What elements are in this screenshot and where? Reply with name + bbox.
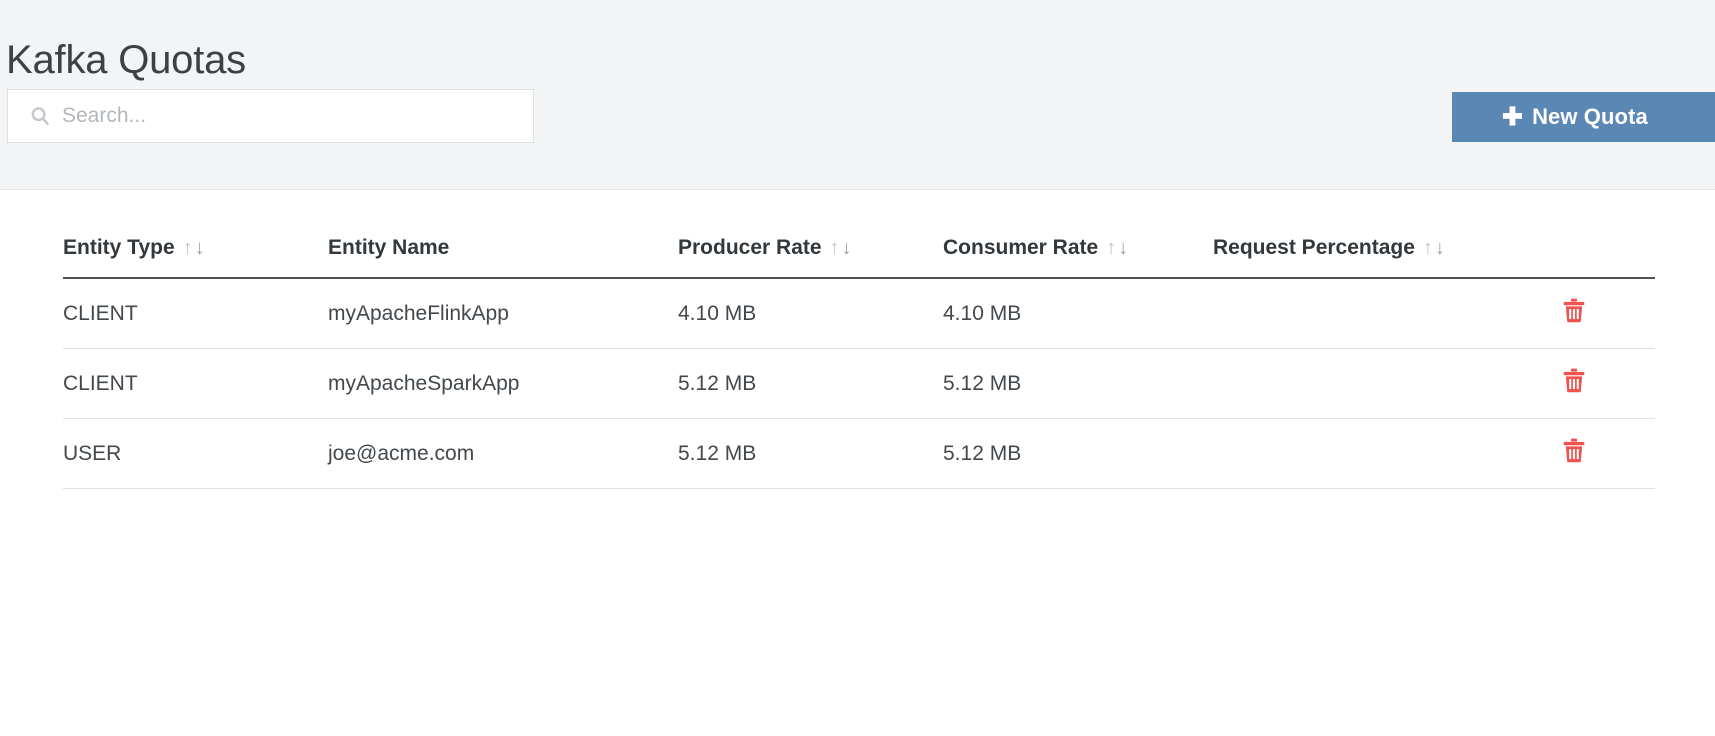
cell-entity-name: joe@acme.com bbox=[328, 418, 678, 489]
column-label-producer-rate: Producer Rate bbox=[678, 236, 822, 259]
search-input[interactable] bbox=[62, 90, 533, 142]
cell-producer-rate: 5.12 MB bbox=[678, 418, 943, 489]
sort-asc-icon[interactable]: ↑ bbox=[1423, 237, 1435, 259]
trash-icon bbox=[1563, 438, 1585, 463]
quotas-table: Entity Type ↑↓ Entity Name Producer Rate ↑… bbox=[63, 236, 1655, 489]
search-box[interactable] bbox=[7, 89, 534, 143]
cell-producer-rate: 5.12 MB bbox=[678, 348, 943, 419]
trash-icon bbox=[1563, 298, 1585, 323]
sort-toggle-producer-rate[interactable]: ↑↓ bbox=[830, 237, 854, 260]
cell-request-percentage bbox=[1213, 348, 1563, 419]
plus-icon: ✚ bbox=[1502, 102, 1524, 131]
column-label-entity-name: Entity Name bbox=[328, 236, 450, 259]
sort-desc-icon[interactable]: ↓ bbox=[195, 237, 207, 259]
cell-consumer-rate: 4.10 MB bbox=[943, 278, 1213, 349]
page-title: Kafka Quotas bbox=[6, 37, 246, 82]
cell-actions bbox=[1563, 278, 1655, 349]
page-header-band: Kafka Quotas ✚ New Quota bbox=[0, 0, 1715, 190]
table-row[interactable]: CLIENT myApacheFlinkApp 4.10 MB 4.10 MB bbox=[63, 278, 1655, 349]
sort-asc-icon[interactable]: ↑ bbox=[830, 237, 842, 259]
column-label-request-percentage: Request Percentage bbox=[1213, 236, 1415, 259]
sort-asc-icon[interactable]: ↑ bbox=[1106, 237, 1118, 259]
cell-entity-type: CLIENT bbox=[63, 278, 328, 349]
quotas-table-container: Entity Type ↑↓ Entity Name Producer Rate ↑… bbox=[0, 191, 1715, 736]
column-header-entity-type[interactable]: Entity Type ↑↓ bbox=[63, 236, 328, 279]
cell-producer-rate: 4.10 MB bbox=[678, 278, 943, 349]
sort-asc-icon[interactable]: ↑ bbox=[183, 237, 195, 259]
cell-consumer-rate: 5.12 MB bbox=[943, 348, 1213, 419]
sort-toggle-entity-type[interactable]: ↑↓ bbox=[183, 237, 207, 260]
new-quota-button-label: New Quota bbox=[1532, 104, 1648, 129]
cell-entity-name: myApacheSparkApp bbox=[328, 348, 678, 419]
cell-request-percentage bbox=[1213, 418, 1563, 489]
cell-actions bbox=[1563, 348, 1655, 419]
delete-row-button[interactable] bbox=[1563, 438, 1585, 463]
column-label-entity-type: Entity Type bbox=[63, 236, 175, 259]
column-header-producer-rate[interactable]: Producer Rate ↑↓ bbox=[678, 236, 943, 279]
column-header-consumer-rate[interactable]: Consumer Rate ↑↓ bbox=[943, 236, 1213, 279]
kafka-quotas-page: Kafka Quotas ✚ New Quota Entity Type↑↓ bbox=[0, 0, 1715, 736]
table-body: CLIENT myApacheFlinkApp 4.10 MB 4.10 MB bbox=[63, 278, 1655, 489]
column-header-request-percentage[interactable]: Request Percentage ↑↓ bbox=[1213, 236, 1563, 279]
cell-request-percentage bbox=[1213, 278, 1563, 349]
table-header-row: Entity Type ↑↓ Entity Name Producer Rate ↑… bbox=[63, 236, 1655, 279]
column-header-actions bbox=[1563, 236, 1655, 279]
delete-row-button[interactable] bbox=[1563, 298, 1585, 323]
cell-actions bbox=[1563, 418, 1655, 489]
cell-entity-type: USER bbox=[63, 418, 328, 489]
table-row[interactable]: USER joe@acme.com 5.12 MB 5.12 MB bbox=[63, 418, 1655, 489]
delete-row-button[interactable] bbox=[1563, 368, 1585, 393]
cell-entity-type: CLIENT bbox=[63, 348, 328, 419]
search-icon bbox=[31, 107, 49, 126]
trash-icon bbox=[1563, 368, 1585, 393]
cell-entity-name: myApacheFlinkApp bbox=[328, 278, 678, 349]
table-head: Entity Type ↑↓ Entity Name Producer Rate ↑… bbox=[63, 236, 1655, 279]
sort-desc-icon[interactable]: ↓ bbox=[842, 237, 854, 259]
sort-toggle-request-percentage[interactable]: ↑↓ bbox=[1423, 237, 1447, 260]
column-header-entity-name[interactable]: Entity Name bbox=[328, 236, 678, 279]
table-row[interactable]: CLIENT myApacheSparkApp 5.12 MB 5.12 MB bbox=[63, 348, 1655, 419]
column-label-consumer-rate: Consumer Rate bbox=[943, 236, 1099, 259]
cell-consumer-rate: 5.12 MB bbox=[943, 418, 1213, 489]
sort-toggle-consumer-rate[interactable]: ↑↓ bbox=[1106, 237, 1130, 260]
sort-desc-icon[interactable]: ↓ bbox=[1435, 237, 1447, 259]
new-quota-button[interactable]: ✚ New Quota bbox=[1452, 92, 1715, 142]
sort-desc-icon[interactable]: ↓ bbox=[1118, 237, 1130, 259]
